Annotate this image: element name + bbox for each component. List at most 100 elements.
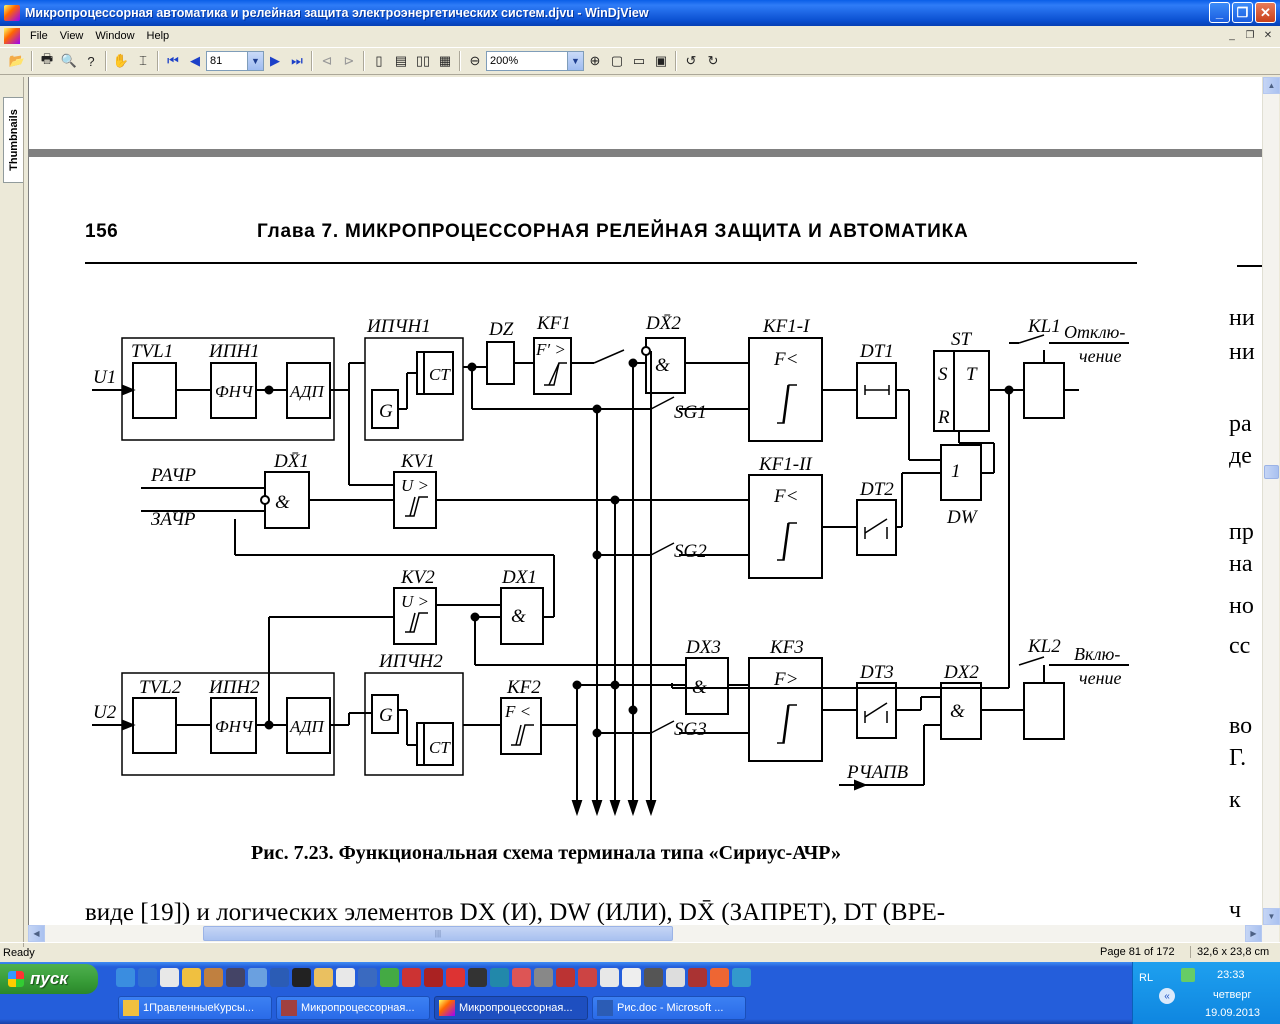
open-icon[interactable]: 📂 <box>6 50 28 72</box>
app-icon[interactable] <box>358 968 377 987</box>
hand-tool-icon[interactable]: ✋ <box>110 50 132 72</box>
zoom-in-icon[interactable]: ⊕ <box>584 50 606 72</box>
app-icon[interactable] <box>424 968 443 987</box>
functional-diagram: U1 U2 РАЧР ЗАЧР РЧАПВ TVL1 ИПН1 ФНЧ АДП … <box>92 313 1129 817</box>
app-icon[interactable] <box>336 968 355 987</box>
app-icon[interactable] <box>644 968 663 987</box>
menu-help[interactable]: Help <box>141 30 176 42</box>
word-icon[interactable] <box>270 968 289 987</box>
label-and-dx3: & <box>692 677 707 698</box>
page-number-combo[interactable]: 81 ▼ <box>206 51 264 71</box>
label-kl1: KL1 <box>1027 316 1061 337</box>
folder-icon[interactable] <box>182 968 201 987</box>
task-button[interactable]: Микропроцессорная... <box>276 996 430 1020</box>
facing-pages-icon[interactable]: ▯▯ <box>412 50 434 72</box>
app-icon[interactable] <box>446 968 465 987</box>
chevron-down-icon[interactable]: ▼ <box>247 52 263 70</box>
vertical-scrollbar[interactable]: ▲ ▼ <box>1262 77 1280 925</box>
select-tool-icon[interactable]: ⌶ <box>132 50 154 72</box>
facing-continuous-icon[interactable]: ▦ <box>434 50 456 72</box>
app-icon[interactable] <box>600 968 619 987</box>
cmd-icon[interactable] <box>292 968 311 987</box>
input-u1: U1 <box>93 367 116 388</box>
next-page-fragment: ни <box>1229 339 1255 365</box>
label-tvl2: TVL2 <box>139 677 182 698</box>
app-icon[interactable] <box>666 968 685 987</box>
first-page-icon[interactable]: ⏮ <box>162 50 184 72</box>
restore-button[interactable]: ❐ <box>1232 2 1253 23</box>
document-icon[interactable] <box>4 28 20 44</box>
zoom-out-icon[interactable]: ⊖ <box>464 50 486 72</box>
media-player-icon[interactable] <box>160 968 179 987</box>
rotate-right-icon[interactable]: ↻ <box>702 50 724 72</box>
app-icon[interactable] <box>402 968 421 987</box>
windjview-app-icon[interactable] <box>4 5 20 21</box>
task-button[interactable]: Рис.doc - Microsoft ... <box>592 996 746 1020</box>
label-g1: G <box>379 401 393 422</box>
app-icon[interactable] <box>732 968 751 987</box>
language-indicator[interactable]: RL <box>1139 972 1153 984</box>
app-icon[interactable] <box>710 968 729 987</box>
scroll-right-icon[interactable]: ▶ <box>1245 925 1262 942</box>
continuous-icon[interactable]: ▤ <box>390 50 412 72</box>
scroll-down-icon[interactable]: ▼ <box>1263 908 1280 925</box>
chevron-down-icon[interactable]: ▼ <box>567 52 583 70</box>
fit-width-icon[interactable]: ▭ <box>628 50 650 72</box>
app-icon[interactable] <box>314 968 333 987</box>
menu-view[interactable]: View <box>54 30 90 42</box>
excel-icon[interactable] <box>380 968 399 987</box>
network-icon[interactable] <box>1181 968 1195 982</box>
app-icon[interactable] <box>512 968 531 987</box>
label-dt2: DT2 <box>859 479 894 500</box>
browser-icon[interactable] <box>138 968 157 987</box>
doc-restore-button[interactable]: ❐ <box>1242 28 1258 42</box>
find-icon[interactable]: 🔍 <box>58 50 80 72</box>
app-icon[interactable] <box>248 968 267 987</box>
next-page-icon[interactable]: ▶ <box>264 50 286 72</box>
rotate-left-icon[interactable]: ↺ <box>680 50 702 72</box>
app-icon[interactable] <box>556 968 575 987</box>
thumbnails-tab[interactable]: Thumbnails <box>3 97 23 183</box>
clock-time[interactable]: 23:33 <box>1217 969 1245 981</box>
ie-icon[interactable] <box>116 968 135 987</box>
app-icon[interactable] <box>226 968 245 987</box>
app-icon[interactable] <box>468 968 487 987</box>
archive-icon[interactable] <box>204 968 223 987</box>
doc-minimize-button[interactable]: _ <box>1224 28 1240 42</box>
fit-page-icon[interactable]: ▢ <box>606 50 628 72</box>
app-icon[interactable] <box>622 968 641 987</box>
close-button[interactable]: ✕ <box>1255 2 1276 23</box>
title-bar[interactable]: Микропроцессорная автоматика и релейная … <box>0 0 1280 26</box>
app-icon[interactable] <box>578 968 597 987</box>
menu-file[interactable]: File <box>24 30 54 42</box>
forward-icon[interactable]: ⊳ <box>338 50 360 72</box>
app-icon[interactable] <box>490 968 509 987</box>
horizontal-scrollbar[interactable]: ◀ ||| ▶ <box>28 925 1279 942</box>
help-icon[interactable]: ? <box>80 50 102 72</box>
task-button[interactable]: 1ПравленныеКурсы... <box>118 996 272 1020</box>
label-dw: DW <box>946 507 979 528</box>
scroll-left-icon[interactable]: ◀ <box>28 925 45 942</box>
document-view[interactable]: 156 Глава 7. МИКРОПРОЦЕССОРНАЯ РЕЛЕЙНАЯ … <box>28 77 1262 925</box>
horizontal-scroll-thumb[interactable]: ||| <box>203 926 673 941</box>
start-button[interactable]: пуск <box>0 964 98 994</box>
task-button-active[interactable]: Микропроцессорная... <box>434 996 588 1020</box>
actual-size-icon[interactable]: ▣ <box>650 50 672 72</box>
vertical-scroll-thumb[interactable] <box>1264 465 1279 479</box>
menu-window[interactable]: Window <box>89 30 140 42</box>
single-page-icon[interactable]: ▯ <box>368 50 390 72</box>
app-icon[interactable] <box>688 968 707 987</box>
scroll-up-icon[interactable]: ▲ <box>1263 77 1280 94</box>
input-rachr: РАЧР <box>150 465 196 486</box>
prev-page-icon[interactable]: ◀ <box>184 50 206 72</box>
doc-close-button[interactable]: ✕ <box>1260 28 1276 42</box>
minimize-button[interactable]: _ <box>1209 2 1230 23</box>
status-ready: Ready <box>3 946 35 959</box>
show-hidden-icons-icon[interactable]: « <box>1159 988 1175 1004</box>
back-icon[interactable]: ⊲ <box>316 50 338 72</box>
app-icon[interactable] <box>534 968 553 987</box>
last-page-icon[interactable]: ⏭ <box>286 50 308 72</box>
print-icon[interactable]: 🖶 <box>36 50 58 72</box>
next-page-rule <box>1237 265 1262 267</box>
zoom-combo[interactable]: 200% ▼ <box>486 51 584 71</box>
